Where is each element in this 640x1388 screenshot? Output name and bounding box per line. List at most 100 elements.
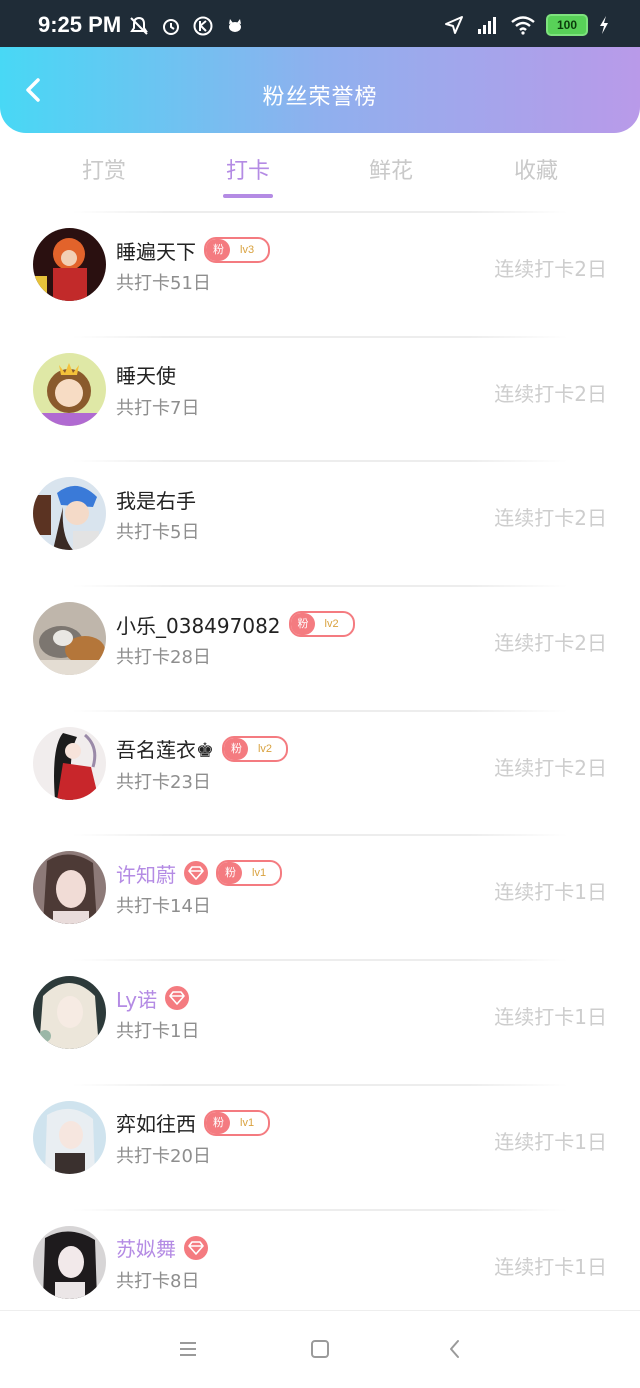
total-checkins: 共打卡28日 <box>116 647 211 669</box>
row-divider <box>72 1083 568 1086</box>
list-item[interactable]: 睡天使 共打卡7日 连续打卡2日 <box>0 335 640 461</box>
diamond-icon <box>188 1240 204 1255</box>
streak-text: 连续打卡1日 <box>494 1005 607 1030</box>
fan-badge: 粉 lv1 <box>216 860 283 887</box>
charging-icon <box>600 16 608 34</box>
avatar[interactable] <box>33 228 106 301</box>
total-checkins: 共打卡8日 <box>116 1270 200 1292</box>
status-bar: 9:25 PM 100 <box>0 0 640 47</box>
name-line: Ly诺 <box>116 983 190 1013</box>
list-item[interactable]: 小乐_038497082 粉 lv2 共打卡28日 连续打卡2日 <box>0 585 640 710</box>
fan-badge-level: lv3 <box>240 244 255 256</box>
fan-badge-label: 粉 <box>290 613 315 636</box>
row-divider <box>72 709 568 712</box>
name-line: 苏姒舞 <box>116 1233 208 1263</box>
status-right-icons: 100 <box>444 14 610 36</box>
list-item[interactable]: 吾名莲衣♚ 粉 lv2 共打卡23日 连续打卡2日 <box>0 709 640 835</box>
name-line: 吾名莲衣♚ 粉 lv2 <box>116 734 288 764</box>
row-divider <box>72 834 568 837</box>
row-divider <box>72 1208 568 1211</box>
streak-text: 连续打卡1日 <box>494 1254 607 1279</box>
user-name[interactable]: 睡天使 <box>116 360 176 389</box>
avatar[interactable] <box>33 976 106 1050</box>
diamond-icon <box>169 991 185 1005</box>
vip-badge <box>184 1235 208 1260</box>
row-divider <box>72 959 568 962</box>
menu-icon[interactable] <box>176 1337 200 1361</box>
row-divider <box>72 211 568 213</box>
user-name[interactable]: 睡遍天下 <box>116 236 196 265</box>
name-line: 许知蔚 粉 lv1 <box>116 858 283 888</box>
bell-muted-icon <box>130 16 148 35</box>
fan-badge-label: 粉 <box>223 737 248 760</box>
tab-tips[interactable]: 打赏 <box>54 153 154 185</box>
tab-checkin[interactable]: 打卡 <box>198 153 298 198</box>
header-bar: 粉丝荣誉榜 <box>0 47 640 133</box>
total-checkins: 共打卡5日 <box>116 522 200 544</box>
list-item[interactable]: 弈如往西 粉 lv1 共打卡20日 连续打卡1日 <box>0 1083 640 1209</box>
fan-badge-level: lv2 <box>257 742 272 755</box>
total-checkins: 共打卡7日 <box>116 397 200 419</box>
user-name[interactable]: 苏姒舞 <box>116 1233 176 1262</box>
status-time: 9:25 PM <box>38 12 122 37</box>
wifi-icon <box>511 16 535 35</box>
fan-badge: 粉 lv3 <box>204 237 271 263</box>
list-item[interactable]: Ly诺 共打卡1日 连续打卡1日 <box>0 959 640 1084</box>
avatar[interactable] <box>33 352 106 426</box>
user-name[interactable]: 吾名莲衣♚ <box>116 734 214 763</box>
avatar[interactable] <box>33 1225 106 1299</box>
vip-badge <box>165 986 190 1011</box>
cat-app-icon <box>229 19 241 32</box>
user-name[interactable]: 小乐_038497082 <box>116 610 281 639</box>
location-arrow-icon <box>445 16 463 34</box>
tab-bar: 打赏 打卡 鲜花 收藏 <box>0 133 640 205</box>
total-checkins: 共打卡14日 <box>116 896 211 918</box>
fan-badge: 粉 lv2 <box>221 735 288 762</box>
user-name[interactable]: 许知蔚 <box>116 859 176 888</box>
alarm-icon <box>163 19 179 35</box>
name-line: 睡天使 <box>116 360 176 390</box>
streak-text: 连续打卡1日 <box>494 880 607 905</box>
user-name[interactable]: 弈如往西 <box>116 1108 196 1137</box>
fan-badge: 粉 lv2 <box>288 611 355 638</box>
streak-text: 连续打卡2日 <box>494 755 607 780</box>
fan-badge-level: lv2 <box>324 618 339 631</box>
signal-icon <box>478 17 496 34</box>
total-checkins: 共打卡51日 <box>116 273 211 294</box>
fan-badge-label: 粉 <box>206 1111 230 1134</box>
ranking-list: 睡遍天下 粉 lv3 共打卡51日 连续打卡2日 睡天使 共打卡7日 连续打卡2… <box>0 211 640 1333</box>
tab-collect[interactable]: 收藏 <box>486 153 586 185</box>
list-item[interactable]: 许知蔚 粉 lv1 共打卡14日 连续打卡1日 <box>0 834 640 959</box>
name-line: 睡遍天下 粉 lv3 <box>116 235 271 265</box>
streak-text: 连续打卡2日 <box>494 506 607 531</box>
row-divider <box>72 335 568 338</box>
list-item[interactable]: 睡遍天下 粉 lv3 共打卡51日 连续打卡2日 <box>0 211 640 336</box>
total-checkins: 共打卡1日 <box>116 1021 200 1043</box>
fan-badge-label: 粉 <box>218 862 242 885</box>
tab-checkin-label: 打卡 <box>225 159 270 184</box>
user-name[interactable]: 我是右手 <box>116 485 196 514</box>
avatar[interactable] <box>33 1100 106 1174</box>
diamond-icon <box>188 866 204 881</box>
avatar[interactable] <box>33 477 106 551</box>
back-icon[interactable] <box>443 1337 467 1361</box>
list-item[interactable]: 我是右手 共打卡5日 连续打卡2日 <box>0 460 640 585</box>
avatar[interactable] <box>33 726 106 800</box>
page-title: 粉丝荣誉榜 <box>262 85 378 110</box>
tab-active-indicator <box>223 194 273 198</box>
k-app-icon <box>193 16 213 36</box>
vip-badge <box>184 861 208 886</box>
total-checkins: 共打卡23日 <box>116 771 211 793</box>
tab-flowers[interactable]: 鲜花 <box>341 153 441 185</box>
avatar[interactable] <box>33 602 106 676</box>
name-line: 小乐_038497082 粉 lv2 <box>116 609 355 639</box>
streak-text: 连续打卡2日 <box>494 381 607 406</box>
avatar[interactable] <box>33 851 106 925</box>
home-icon[interactable] <box>308 1337 332 1361</box>
user-name[interactable]: Ly诺 <box>116 984 157 1013</box>
streak-text: 连续打卡2日 <box>494 631 607 656</box>
fan-badge-label: 粉 <box>206 239 230 261</box>
row-divider <box>72 460 568 463</box>
row-divider <box>72 585 568 588</box>
fan-badge-level: lv1 <box>252 867 267 880</box>
